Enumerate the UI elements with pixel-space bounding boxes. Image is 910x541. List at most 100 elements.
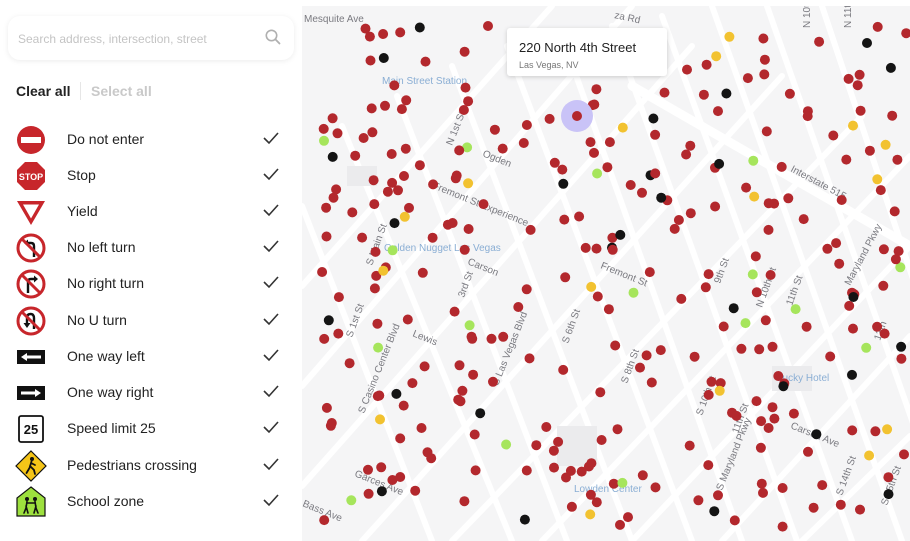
sign-marker[interactable] — [729, 515, 740, 526]
sign-marker[interactable] — [519, 514, 530, 525]
filter-yield[interactable]: Yield — [0, 192, 302, 228]
sign-marker[interactable] — [862, 38, 872, 48]
filter-speed-limit-25[interactable]: 25 Speed limit 25 — [0, 409, 302, 445]
sign-marker[interactable] — [635, 362, 645, 373]
sign-marker[interactable] — [713, 106, 723, 117]
sign-marker[interactable] — [835, 499, 846, 510]
sign-marker[interactable] — [607, 244, 618, 255]
sign-marker[interactable] — [831, 238, 842, 249]
sign-marker[interactable] — [333, 328, 344, 339]
sign-marker[interactable] — [713, 490, 723, 501]
sign-marker[interactable] — [811, 429, 822, 440]
sign-marker[interactable] — [617, 477, 628, 488]
sign-marker[interactable] — [783, 193, 794, 204]
select-all-button[interactable]: Select all — [91, 83, 152, 99]
sign-marker[interactable] — [470, 465, 481, 476]
sign-marker[interactable] — [714, 385, 725, 396]
sign-marker[interactable] — [325, 420, 336, 431]
filter-one-way-left[interactable]: One way left — [0, 337, 302, 373]
checkmark-icon[interactable] — [262, 311, 280, 327]
sign-marker[interactable] — [459, 46, 470, 57]
sign-marker[interactable] — [751, 287, 762, 298]
sign-marker[interactable] — [469, 429, 480, 440]
sign-marker[interactable] — [718, 321, 729, 332]
sign-marker[interactable] — [557, 164, 568, 175]
sign-marker[interactable] — [758, 33, 769, 44]
sign-marker[interactable] — [750, 251, 761, 262]
sign-marker[interactable] — [880, 139, 891, 150]
sign-marker[interactable] — [650, 482, 661, 493]
sign-marker[interactable] — [724, 31, 735, 42]
sign-marker[interactable] — [754, 344, 765, 355]
sign-marker[interactable] — [700, 282, 711, 293]
sign-marker[interactable] — [387, 177, 398, 188]
sign-marker[interactable] — [360, 23, 371, 34]
sign-marker[interactable] — [321, 402, 332, 413]
sign-marker[interactable] — [400, 143, 411, 154]
sign-marker[interactable] — [751, 396, 762, 407]
checkmark-icon[interactable] — [262, 274, 280, 290]
sign-marker[interactable] — [788, 408, 799, 419]
sign-marker[interactable] — [747, 269, 758, 280]
sign-marker[interactable] — [344, 358, 355, 369]
checkmark-icon[interactable] — [262, 419, 280, 435]
sign-marker[interactable] — [454, 145, 465, 156]
sign-marker[interactable] — [808, 502, 819, 513]
sign-marker[interactable] — [763, 423, 774, 433]
sign-marker[interactable] — [803, 446, 813, 457]
checkmark-icon[interactable] — [262, 383, 280, 399]
sign-marker[interactable] — [617, 122, 628, 133]
sign-marker[interactable] — [347, 207, 358, 218]
sign-marker[interactable] — [896, 353, 907, 364]
sign-marker[interactable] — [416, 423, 427, 433]
sign-marker[interactable] — [486, 333, 497, 344]
sign-marker[interactable] — [595, 387, 606, 398]
sign-marker[interactable] — [363, 488, 374, 499]
search-input[interactable] — [18, 28, 258, 50]
sign-marker[interactable] — [836, 195, 847, 205]
sign-marker[interactable] — [521, 284, 532, 295]
sign-marker[interactable] — [706, 376, 717, 387]
sign-marker[interactable] — [899, 449, 909, 460]
sign-marker[interactable] — [350, 150, 361, 161]
sign-marker[interactable] — [376, 486, 387, 497]
sign-marker[interactable] — [740, 318, 751, 329]
sign-marker[interactable] — [870, 426, 881, 437]
sign-marker[interactable] — [417, 267, 428, 278]
sign-marker[interactable] — [398, 400, 409, 411]
location-popup[interactable]: 220 North 4th Street Las Vegas, NV — [507, 28, 667, 76]
checkmark-icon[interactable] — [262, 456, 280, 472]
sign-marker[interactable] — [382, 186, 393, 197]
sign-marker[interactable] — [802, 111, 813, 122]
sign-marker[interactable] — [560, 272, 571, 283]
sign-marker[interactable] — [760, 315, 771, 326]
sign-marker[interactable] — [669, 223, 680, 234]
sign-marker[interactable] — [459, 244, 470, 255]
filter-pedestrians-crossing[interactable]: Pedestrians crossing — [0, 446, 302, 482]
sign-marker[interactable] — [763, 198, 774, 209]
sign-marker[interactable] — [890, 254, 901, 265]
sign-marker[interactable] — [369, 199, 380, 210]
sign-marker[interactable] — [798, 214, 809, 225]
sign-marker[interactable] — [612, 424, 623, 435]
sign-marker[interactable] — [681, 149, 692, 160]
sign-marker[interactable] — [714, 158, 725, 169]
sign-marker[interactable] — [848, 120, 858, 131]
sign-marker[interactable] — [410, 485, 421, 496]
sign-marker[interactable] — [887, 110, 898, 121]
sign-marker[interactable] — [585, 489, 596, 500]
sign-marker[interactable] — [391, 388, 402, 399]
sign-marker[interactable] — [872, 174, 883, 185]
sign-marker[interactable] — [608, 478, 619, 489]
sign-marker[interactable] — [767, 402, 778, 413]
sign-marker[interactable] — [378, 265, 389, 276]
sign-marker[interactable] — [698, 89, 709, 100]
sign-marker[interactable] — [847, 425, 858, 436]
sign-marker[interactable] — [756, 478, 767, 489]
sign-marker[interactable] — [524, 353, 535, 364]
sign-marker[interactable] — [673, 215, 684, 225]
sign-marker[interactable] — [761, 126, 772, 137]
sign-marker[interactable] — [420, 56, 431, 67]
sign-marker[interactable] — [319, 135, 329, 146]
sign-marker[interactable] — [366, 103, 377, 114]
